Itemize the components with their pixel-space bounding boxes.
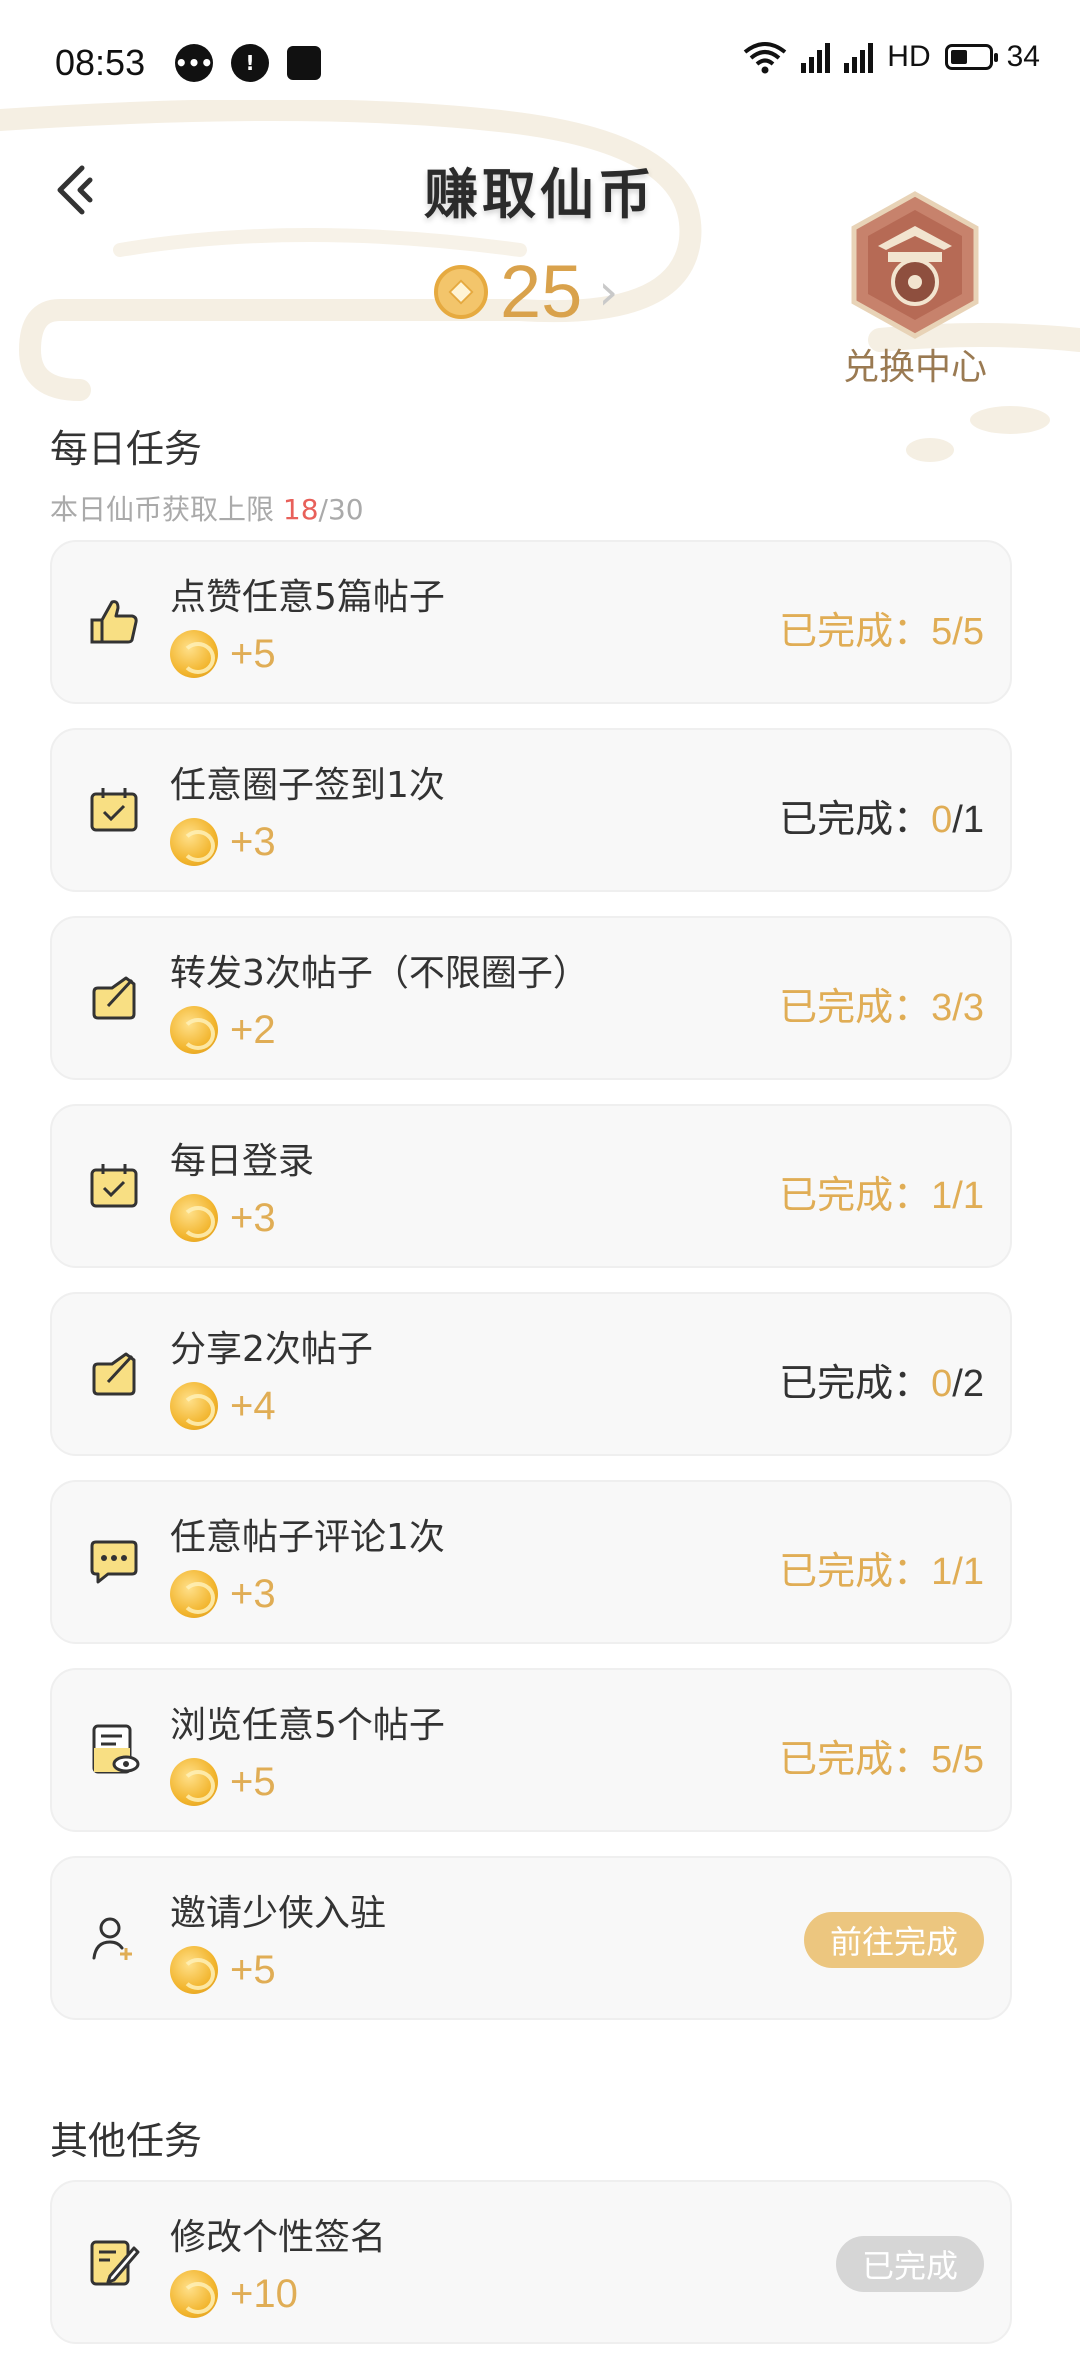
task-status: 已完成：3/3 — [779, 987, 984, 1029]
task-name: 任意圈子签到1次 — [170, 765, 445, 806]
coin-balance: 25 — [500, 250, 583, 333]
task-reward: +3 — [170, 1570, 276, 1618]
battery-icon — [944, 44, 998, 70]
task-status: 已完成：1/1 — [779, 1175, 984, 1217]
task-reward: +10 — [170, 2270, 298, 2318]
coin-icon — [170, 630, 218, 678]
thumbs-up-icon — [90, 600, 138, 644]
task-name: 任意帖子评论1次 — [170, 1517, 445, 1558]
task-status: 已完成：1/1 — [779, 1551, 984, 1593]
coin-icon — [170, 1946, 218, 1994]
task-card: 转发3次帖子（不限圈子） +2 已完成：3/3 — [50, 916, 1012, 1080]
signal-5g-2-icon — [844, 41, 874, 73]
calendar-check-icon — [90, 788, 138, 832]
daily-limit: 本日仙币获取上限 18/30 — [50, 493, 364, 526]
task-name: 转发3次帖子（不限圈子） — [170, 953, 589, 994]
daily-limit-current: 18 — [282, 493, 319, 526]
app-notification-icon — [287, 46, 321, 80]
task-name: 修改个性签名 — [170, 2217, 387, 2258]
go-complete-button[interactable]: 前往完成 — [803, 1912, 984, 1968]
battery-level: 34 — [1006, 40, 1040, 73]
share-edit-icon — [92, 976, 136, 1020]
task-card: 每日登录 +3 已完成：1/1 — [50, 1104, 1012, 1268]
task-reward: +4 — [170, 1382, 276, 1430]
task-status: 已完成：0/2 — [779, 1363, 984, 1405]
task-name: 浏览任意5个帖子 — [170, 1705, 445, 1746]
exchange-center-label: 兑换中心 — [842, 347, 987, 388]
chevron-right-icon: › — [598, 263, 619, 321]
task-name: 每日登录 — [170, 1141, 315, 1182]
edit-signature-icon — [90, 2240, 140, 2286]
task-reward: +3 — [170, 818, 276, 866]
share-edit-icon — [92, 1352, 136, 1396]
comment-icon — [90, 1540, 138, 1584]
document-view-icon — [92, 1724, 140, 1774]
exchange-center-button[interactable]: 兑换中心 — [830, 190, 1000, 400]
task-name: 分享2次帖子 — [170, 1329, 373, 1370]
coin-icon — [170, 1570, 218, 1618]
task-status: 已完成：5/5 — [779, 611, 984, 653]
task-name: 邀请少侠入驻 — [170, 1893, 387, 1934]
task-reward: +3 — [170, 1194, 276, 1242]
task-card: 任意圈子签到1次 +3 已完成：0/1 — [50, 728, 1012, 892]
task-card: 分享2次帖子 +4 已完成：0/2 — [50, 1292, 1012, 1456]
exchange-center-icon — [851, 191, 979, 339]
coin-icon — [170, 1194, 218, 1242]
task-reward: +5 — [170, 1758, 276, 1806]
wifi-icon — [744, 42, 787, 74]
coin-icon — [170, 1006, 218, 1054]
task-card: 任意帖子评论1次 +3 已完成：1/1 — [50, 1480, 1012, 1644]
signal-5g-1-icon — [801, 41, 831, 73]
message-icon: ••• — [175, 44, 213, 82]
status-time: 08:53 — [55, 42, 146, 83]
coin-balance-button[interactable]: 25 › — [434, 255, 618, 329]
task-card: 邀请少侠入驻 +5 前往完成 — [50, 1856, 1012, 2020]
alert-icon: ! — [231, 44, 269, 82]
status-bar: 08:53 ••• ! HD 34 — [0, 0, 1080, 130]
coin-icon — [170, 1758, 218, 1806]
task-status: 已完成：5/5 — [779, 1739, 984, 1781]
invite-user-icon — [92, 1917, 132, 1960]
completed-badge: 已完成 — [835, 2236, 984, 2292]
task-reward: +5 — [170, 630, 276, 678]
other-tasks-title: 其他任务 — [50, 2119, 203, 2163]
coin-icon — [170, 818, 218, 866]
daily-tasks-title: 每日任务 — [50, 427, 203, 471]
task-card: 浏览任意5个帖子 +5 已完成：5/5 — [50, 1668, 1012, 1832]
task-card: 点赞任意5篇帖子 +5 已完成：5/5 — [50, 540, 1012, 704]
task-reward: +5 — [170, 1946, 276, 1994]
xianbi-coin-icon — [434, 265, 488, 319]
coin-icon — [170, 1382, 218, 1430]
task-name: 点赞任意5篇帖子 — [170, 577, 445, 618]
hd-indicator: HD — [887, 40, 931, 73]
task-status: 已完成：0/1 — [779, 799, 984, 841]
other-task-list: 修改个性签名 +10 已完成 — [50, 2180, 1012, 2368]
coin-icon — [170, 2270, 218, 2318]
task-reward: +2 — [170, 1006, 276, 1054]
daily-task-list: 点赞任意5篇帖子 +5 已完成：5/5 任意圈子签到1次 +3 已完成：0/1 … — [50, 540, 1012, 2044]
calendar-check-icon — [90, 1164, 138, 1208]
task-card: 修改个性签名 +10 已完成 — [50, 2180, 1012, 2344]
